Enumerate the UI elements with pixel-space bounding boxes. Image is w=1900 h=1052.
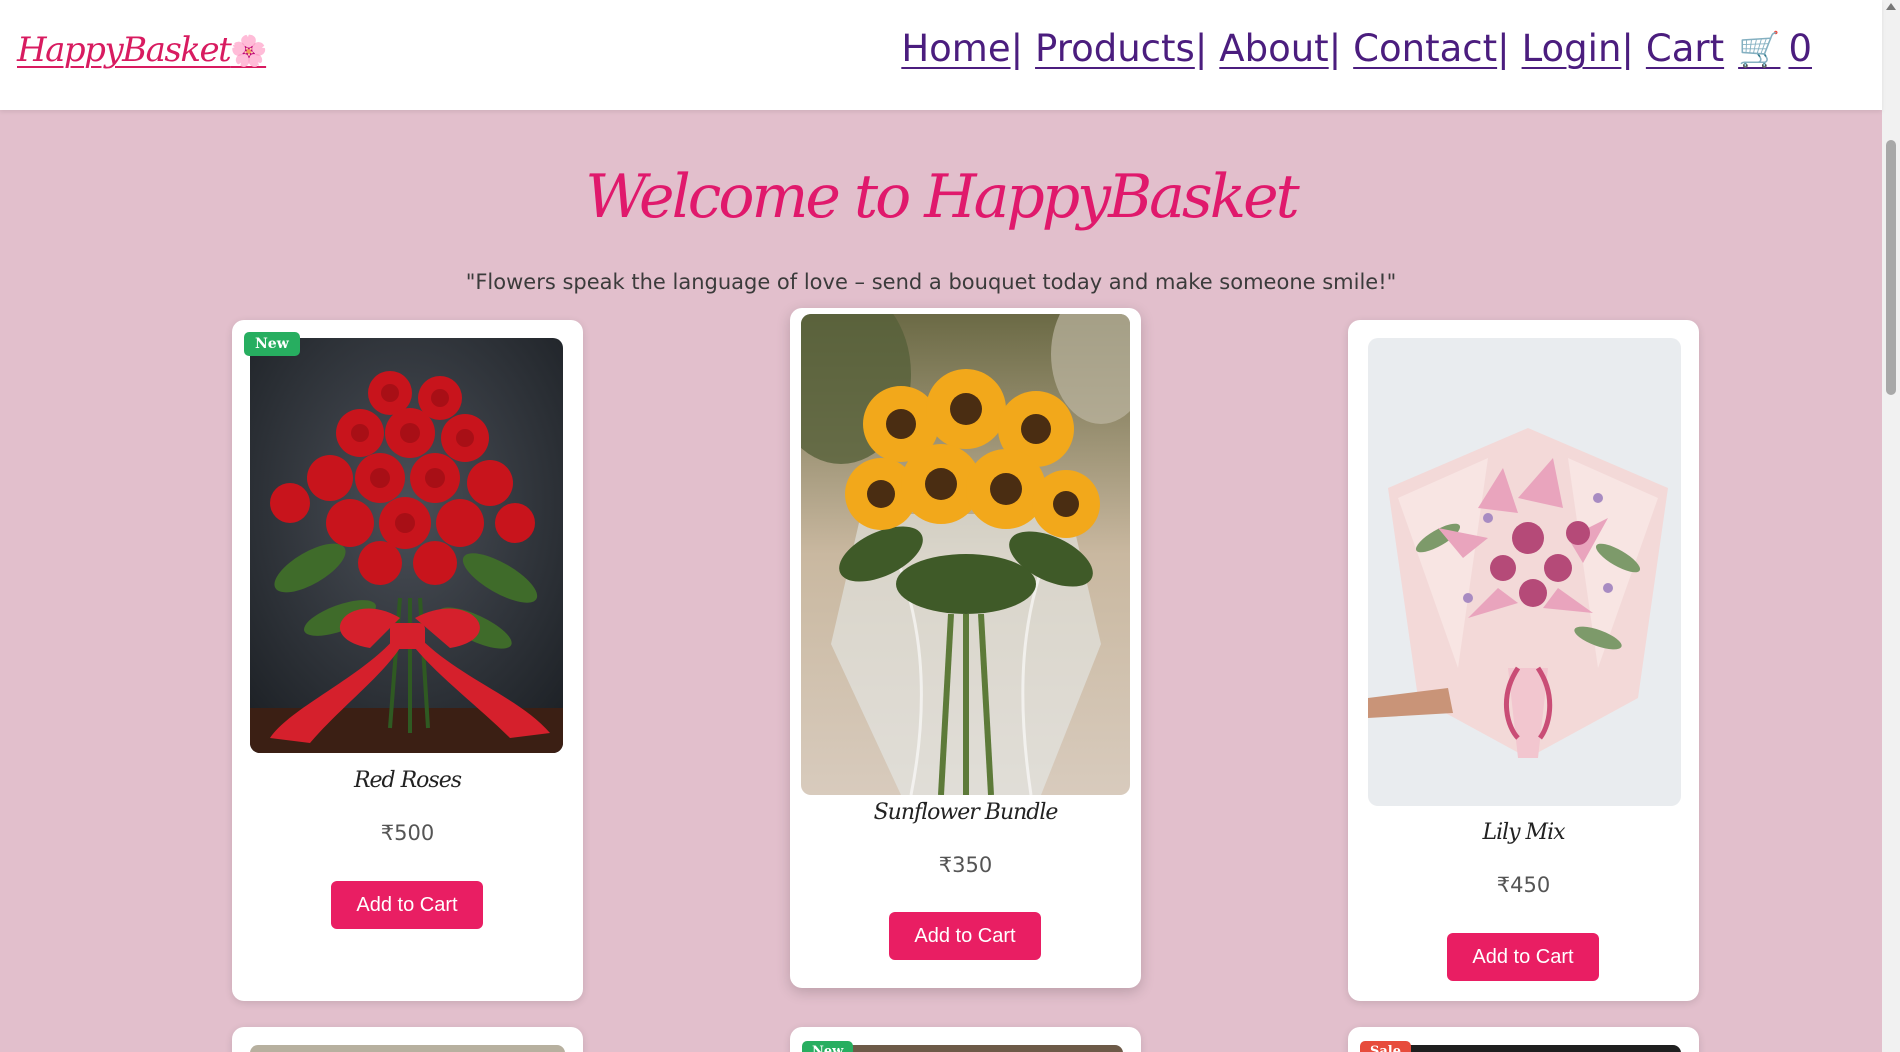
logo-text: HappyBasket xyxy=(17,30,232,70)
shopping-cart-icon: 🛒 xyxy=(1738,30,1781,70)
nav-separator: | xyxy=(1497,27,1510,70)
product-card: New xyxy=(790,1027,1141,1052)
nav-products-link[interactable]: Products xyxy=(1035,27,1195,70)
vertical-scrollbar[interactable] xyxy=(1882,0,1900,1052)
hero-tagline: "Flowers speak the language of love – se… xyxy=(465,270,1397,294)
add-to-cart-button[interactable]: Add to Cart xyxy=(331,881,483,929)
logo-link[interactable]: HappyBasket🌸 xyxy=(17,30,268,70)
nav-cart-link[interactable]: Cart 🛒 0 xyxy=(1646,27,1812,70)
new-badge: New xyxy=(802,1041,854,1052)
product-image xyxy=(808,1045,1123,1052)
sale-badge: Sale xyxy=(1360,1041,1412,1052)
product-price: ₹350 xyxy=(938,853,993,877)
nav-cart-label: Cart xyxy=(1645,27,1725,70)
product-card: Lily Mix ₹450 Add to Cart xyxy=(1348,320,1699,1001)
nav-separator: | xyxy=(1194,27,1208,70)
product-card xyxy=(232,1027,583,1052)
add-to-cart-button[interactable]: Add to Cart xyxy=(1447,933,1599,981)
navbar: HappyBasket🌸 Home | Products | About | C… xyxy=(0,0,1882,110)
scroll-up-arrow-icon[interactable] xyxy=(1886,3,1896,10)
product-card: Sale xyxy=(1348,1027,1699,1052)
product-price: ₹450 xyxy=(1496,873,1551,897)
main-nav: Home | Products | About | Contact | Logi… xyxy=(901,27,1812,70)
scrollbar-thumb[interactable] xyxy=(1886,140,1896,395)
nav-home-link[interactable]: Home xyxy=(901,27,1010,70)
cherry-blossom-icon: 🌸 xyxy=(230,34,267,69)
nav-separator: | xyxy=(1010,27,1024,70)
product-name: Sunflower Bundle xyxy=(873,800,1059,825)
cart-count: 0 xyxy=(1788,27,1812,70)
product-image xyxy=(250,1045,565,1052)
hero-title: Welcome to HappyBasket xyxy=(585,162,1299,232)
lily-mix-image xyxy=(1368,338,1681,806)
nav-contact-link[interactable]: Contact xyxy=(1353,27,1497,70)
nav-login-link[interactable]: Login xyxy=(1522,27,1622,70)
product-image xyxy=(1366,1045,1681,1052)
product-price: ₹500 xyxy=(380,821,435,845)
sunflower-bundle-image xyxy=(801,314,1130,795)
nav-about-link[interactable]: About xyxy=(1219,27,1328,70)
product-name: Red Roses xyxy=(353,768,462,793)
new-badge: New xyxy=(244,332,300,356)
page: HappyBasket🌸 Home | Products | About | C… xyxy=(0,0,1900,1052)
product-name: Lily Mix xyxy=(1482,820,1565,845)
nav-separator: | xyxy=(1621,27,1634,70)
product-card: Sunflower Bundle ₹350 Add to Cart xyxy=(790,308,1141,988)
product-card: New Red Roses ₹500 Add to Cart xyxy=(232,320,583,1001)
nav-separator: | xyxy=(1328,27,1342,70)
add-to-cart-button[interactable]: Add to Cart xyxy=(889,912,1041,960)
red-roses-image xyxy=(250,338,563,753)
